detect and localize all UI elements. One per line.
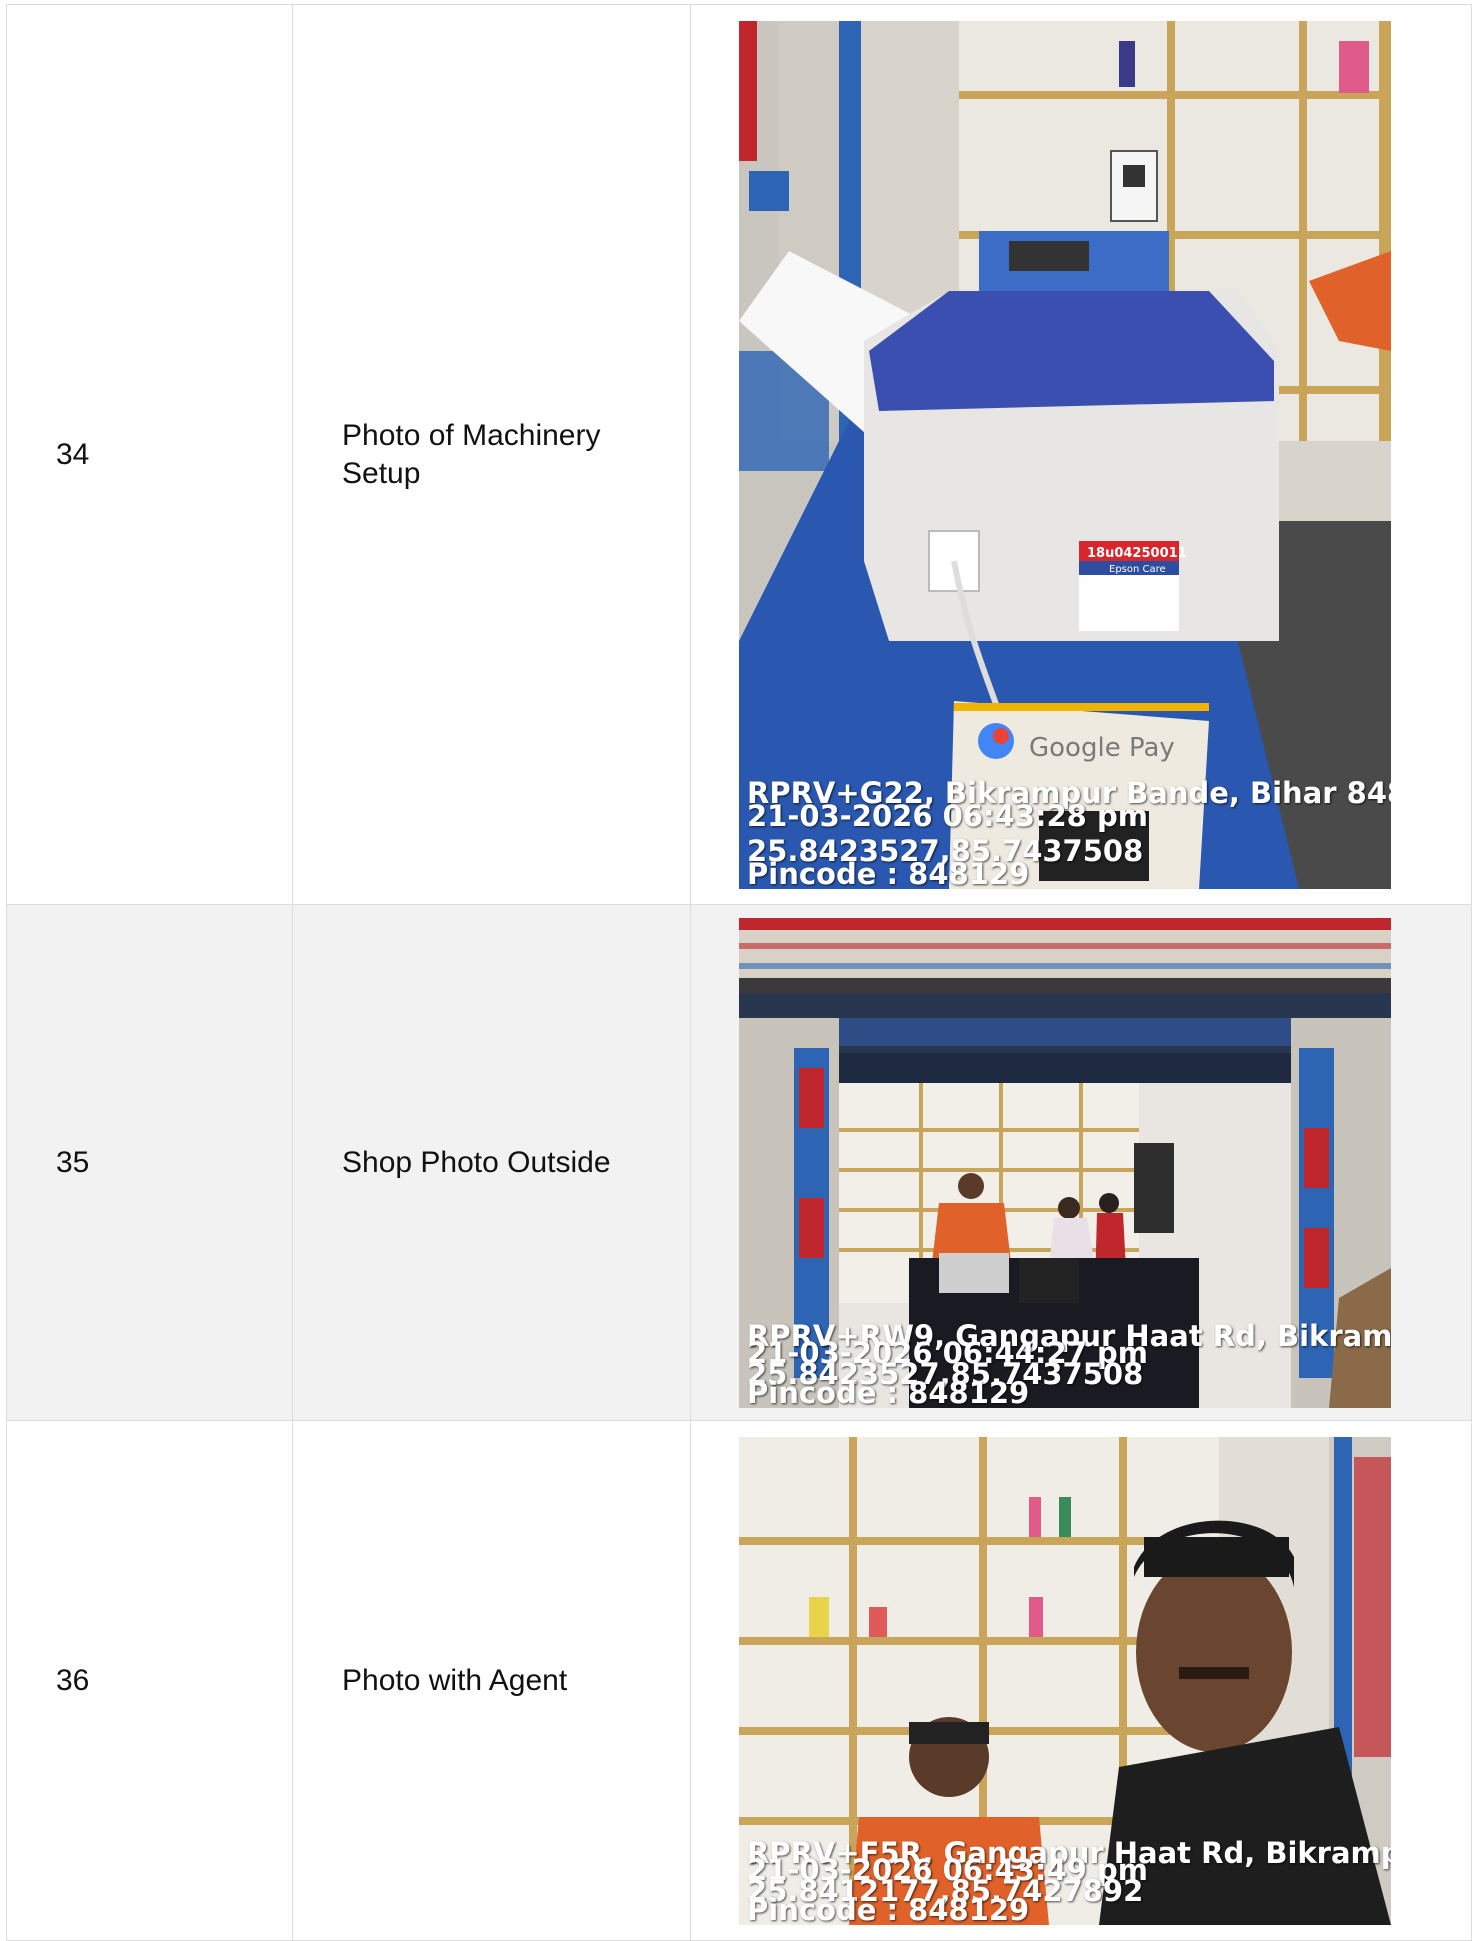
- row-number-cell: 34: [6, 4, 293, 905]
- row-label-cell: Shop Photo Outside: [292, 904, 691, 1421]
- row-label: Photo of Machinery Setup: [342, 418, 601, 490]
- row-label-cell: Photo of Machinery Setup: [292, 4, 691, 905]
- photo-evidence-table: 34 Photo of Machinery Setup 18u04250011 …: [6, 4, 1472, 1941]
- machinery-scene-image: 18u04250011 Epson Care Google Pay: [739, 20, 1391, 889]
- table-row: 35 Shop Photo Outside RPRV+RW9, Gangapur…: [6, 904, 1472, 1421]
- row-number: 34: [56, 437, 90, 471]
- row-number: 36: [56, 1663, 90, 1697]
- row-label: Photo with Agent: [342, 1663, 568, 1697]
- table-row: 34 Photo of Machinery Setup 18u04250011 …: [6, 4, 1472, 905]
- row-photo-cell: RPRV+RW9, Gangapur Haat Rd, Bikrampur B …: [690, 904, 1472, 1421]
- photo-geo-stamp: RPRV+RW9, Gangapur Haat Rd, Bikrampur B …: [747, 1322, 1391, 1408]
- row-number-cell: 35: [6, 904, 293, 1421]
- google-pay-sign-text: Google Pay: [1029, 733, 1175, 763]
- shop-outside-photo: RPRV+RW9, Gangapur Haat Rd, Bikrampur B …: [739, 917, 1391, 1408]
- printer-serial-label: 18u04250011: [1087, 546, 1187, 561]
- printer-brand-label: Epson Care: [1109, 564, 1166, 575]
- machinery-setup-photo: 18u04250011 Epson Care Google Pay RPRV+G…: [739, 20, 1391, 889]
- agent-photo: RPRV+F5R, Gangapur Haat Rd, Bikrampur Ba…: [739, 1437, 1391, 1925]
- row-number: 35: [56, 1145, 90, 1179]
- photo-geo-stamp: RPRV+F5R, Gangapur Haat Rd, Bikrampur Ba…: [747, 1839, 1391, 1925]
- photo-geo-stamp: RPRV+G22, Bikrampur Bande, Bihar 848129,…: [747, 779, 1391, 889]
- row-number-cell: 36: [6, 1420, 293, 1941]
- row-label-cell: Photo with Agent: [292, 1420, 691, 1941]
- table-row: 36 Photo with Agent RPRV+F5R, Gangapur H…: [6, 1420, 1472, 1941]
- row-label: Shop Photo Outside: [342, 1145, 611, 1179]
- row-photo-cell: 18u04250011 Epson Care Google Pay RPRV+G…: [690, 4, 1472, 905]
- row-photo-cell: RPRV+F5R, Gangapur Haat Rd, Bikrampur Ba…: [690, 1420, 1472, 1941]
